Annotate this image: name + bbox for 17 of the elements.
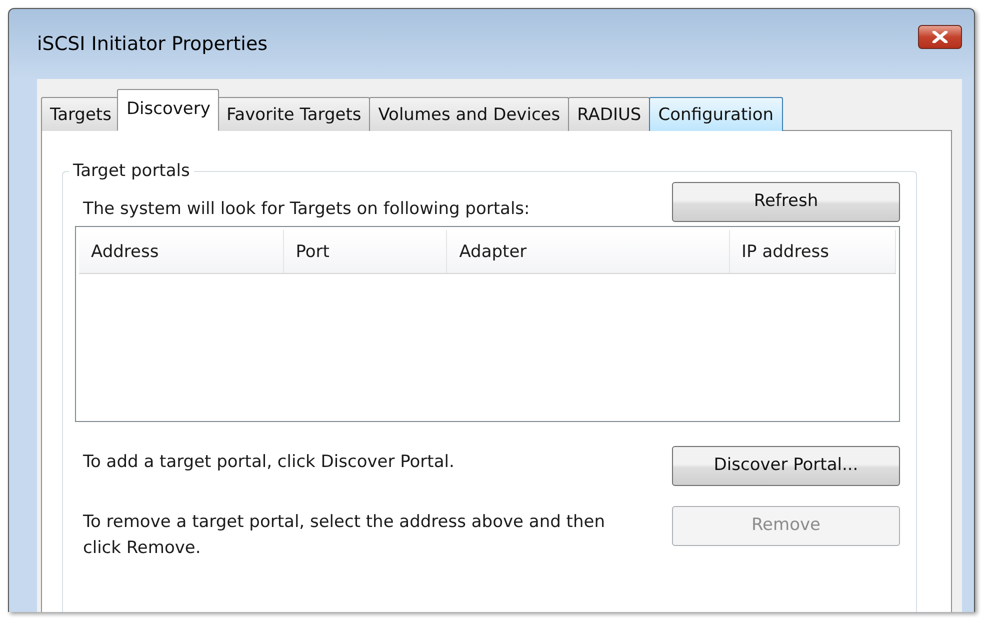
column-header[interactable]: IP address xyxy=(730,230,896,273)
description-text: The system will look for Targets on following portals: xyxy=(82,198,530,220)
column-header[interactable]: Port xyxy=(284,230,448,273)
instruction-text: To remove a target portal, select the address above and then click Remove. xyxy=(82,511,606,560)
column-header[interactable]: Address xyxy=(79,230,284,273)
tab[interactable]: Configuration xyxy=(649,97,783,131)
discover-portal-button[interactable]: Discover Portal... xyxy=(672,446,900,486)
tab[interactable]: Discovery xyxy=(117,89,220,131)
refresh-button[interactable]: Refresh xyxy=(672,182,900,222)
window-title: iSCSI Initiator Properties xyxy=(37,32,268,57)
instruction-text: To add a target portal, click Discover Portal. xyxy=(82,451,454,474)
close-icon xyxy=(932,31,948,43)
column-header[interactable]: Adapter xyxy=(447,230,730,273)
tab[interactable]: RADIUS xyxy=(568,97,650,131)
tab[interactable]: Favorite Targets xyxy=(217,97,370,131)
tab[interactable]: Volumes and Devices xyxy=(369,97,570,131)
close-button[interactable] xyxy=(918,25,962,49)
